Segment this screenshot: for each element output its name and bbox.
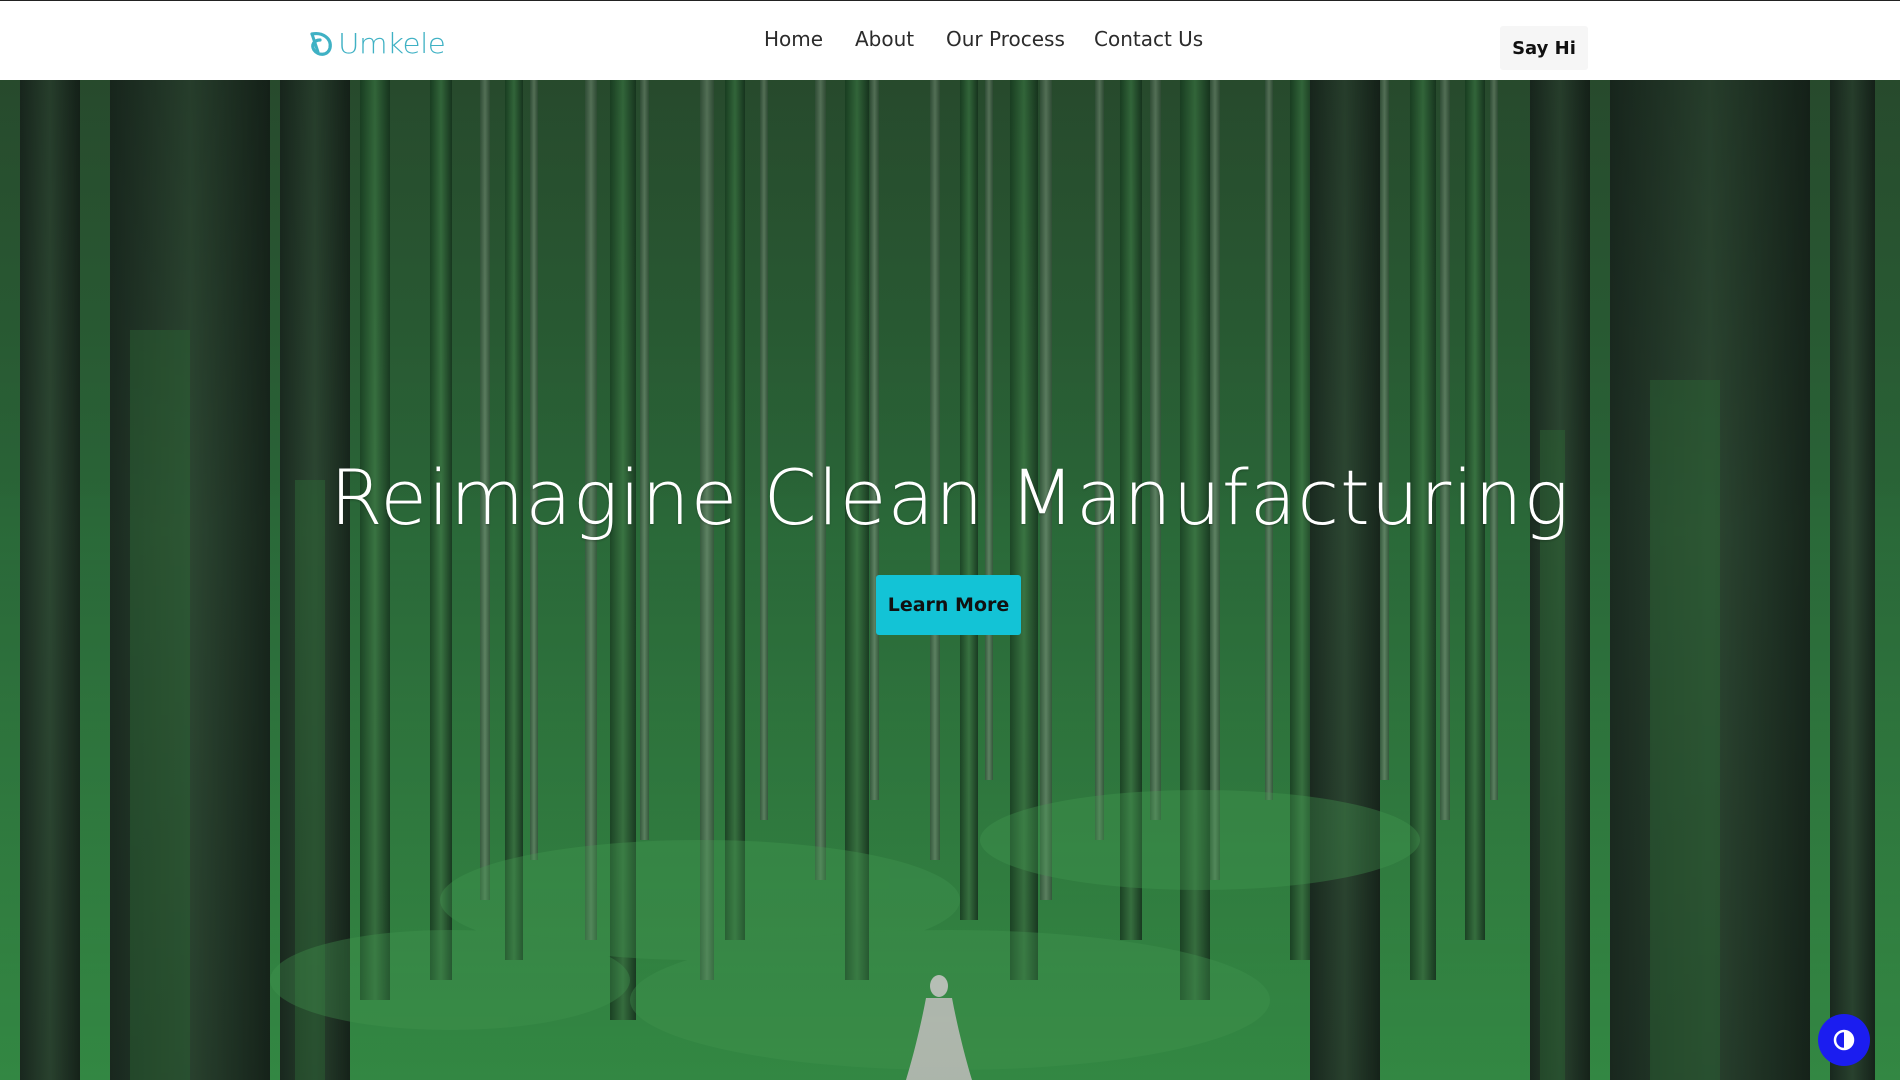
nav-our-process[interactable]: Our Process xyxy=(946,27,1065,51)
learn-more-button[interactable]: Learn More xyxy=(876,575,1021,635)
nav-about[interactable]: About xyxy=(855,27,914,51)
hero-title: Reimagine Clean Manufacturing xyxy=(329,453,1571,542)
site-header: Umkele Home About Our Process Contact Us… xyxy=(0,0,1900,80)
contrast-icon xyxy=(1833,1029,1855,1051)
nav-home[interactable]: Home xyxy=(764,27,823,51)
accessibility-contrast-button[interactable] xyxy=(1818,1014,1870,1066)
say-hi-button[interactable]: Say Hi xyxy=(1500,26,1588,70)
logo-text: Umkele xyxy=(338,27,446,60)
leaf-logo-icon xyxy=(310,32,332,56)
logo[interactable]: Umkele xyxy=(308,27,446,61)
hero-section: Reimagine Clean Manufacturing Learn More xyxy=(0,80,1900,1080)
nav-contact-us[interactable]: Contact Us xyxy=(1094,27,1203,51)
